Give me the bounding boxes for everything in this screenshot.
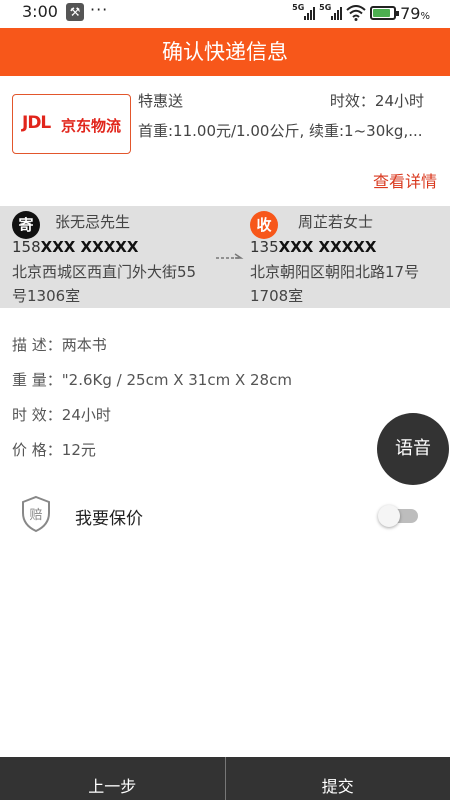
battery-icon xyxy=(370,6,400,20)
description-label: 描 述： xyxy=(12,336,62,354)
shield-icon: 赔 xyxy=(22,495,50,533)
delivery-time-row: 时 效：24小时 xyxy=(12,404,111,425)
signal-label: 5G xyxy=(292,3,305,12)
page-title: 确认快递信息 xyxy=(0,28,450,76)
sender-phone: 158XXX XXXXX xyxy=(12,238,139,256)
footer-bar: 上一步 提交 xyxy=(0,757,450,800)
signal-icon-2: 5G xyxy=(319,3,343,20)
service-name: 特惠送 xyxy=(138,92,184,110)
logo-cn-text: 京东物流 xyxy=(61,117,122,135)
more-notifications-icon: ··· xyxy=(90,0,109,19)
receiver-badge: 收 xyxy=(250,211,278,239)
jdl-logo: JDL 京东物流 xyxy=(12,94,131,154)
signal-label-2: 5G xyxy=(319,3,332,12)
insurance-label: 我要保价 xyxy=(75,509,143,529)
courier-card: JDL 京东物流 特惠送 时效：24小时 首重:11.00元/1.00公斤, 续… xyxy=(0,76,450,206)
logo-text: JDL xyxy=(22,113,51,133)
previous-step-button[interactable]: 上一步 xyxy=(0,757,225,800)
insurance-toggle[interactable] xyxy=(378,505,418,527)
price-label: 价 格： xyxy=(12,441,62,459)
view-details-link[interactable]: 查看详情 xyxy=(373,168,437,192)
description-value: 两本书 xyxy=(61,336,107,354)
service-time: 时效：24小时 xyxy=(329,92,424,110)
battery-percent: 79% xyxy=(400,3,430,23)
status-bar: 3:00 ⚒ ··· 5G 5G 79% xyxy=(0,0,450,28)
voice-button[interactable]: 语音 xyxy=(377,413,449,485)
wifi-icon xyxy=(346,5,366,21)
weight-value: "2.6Kg / 25cm X 31cm X 28cm xyxy=(61,371,292,389)
delivery-time-label: 时 效： xyxy=(12,406,62,424)
submit-button[interactable]: 提交 xyxy=(226,757,450,800)
sender-address: 北京西城区西直门外大街55号1306室 xyxy=(12,263,197,305)
receiver-name: 周芷若女士 xyxy=(298,213,374,231)
price-row: 价 格：12元 xyxy=(12,439,96,460)
sender-name: 张无忌先生 xyxy=(55,213,131,231)
arrow-right-icon xyxy=(216,253,244,259)
price-value: 12元 xyxy=(61,441,96,459)
weight-label: 重 量： xyxy=(12,371,62,389)
toggle-knob xyxy=(378,505,400,527)
receiver-address: 北京朝阳区朝阳北路17号1708室 xyxy=(250,263,420,305)
delivery-time-value: 24小时 xyxy=(61,406,111,424)
status-icons: 5G 5G 79% xyxy=(292,2,430,24)
description-row: 描 述：两本书 xyxy=(12,334,107,355)
price-rule: 首重:11.00元/1.00公斤, 续重:1~30kg,... xyxy=(138,122,423,140)
weight-row: 重 量："2.6Kg / 25cm X 31cm X 28cm xyxy=(12,369,292,390)
receiver-phone: 135XXX XXXXX xyxy=(250,238,377,256)
status-time: 3:00 xyxy=(22,2,58,21)
wrench-icon: ⚒ xyxy=(66,3,84,21)
shield-icon-text: 赔 xyxy=(29,508,42,523)
sender-badge: 寄 xyxy=(12,211,40,239)
signal-icon: 5G xyxy=(292,3,316,20)
address-section[interactable]: 寄 张无忌先生 158XXX XXXXX 北京西城区西直门外大街55号1306室… xyxy=(0,206,450,308)
